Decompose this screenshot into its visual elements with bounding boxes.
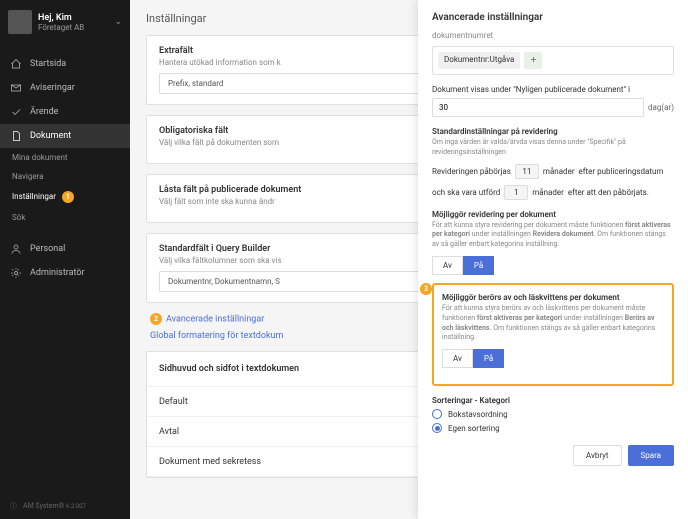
per-doc-toggle: Av På bbox=[432, 256, 674, 275]
toggle-on[interactable]: På bbox=[473, 349, 504, 368]
radio-custom[interactable]: Egen sortering bbox=[432, 423, 674, 433]
radio-alphabetical[interactable]: Bokstavsordning bbox=[432, 409, 674, 419]
chevron-down-icon: ⌄ bbox=[114, 17, 122, 27]
revision-done-input[interactable]: 1 bbox=[504, 185, 528, 200]
highlight-desc: För att kunna styra berörs av och läskvi… bbox=[442, 304, 664, 343]
cancel-button[interactable]: Avbryt bbox=[573, 445, 622, 466]
subnav-mydocs[interactable]: Mina dokument bbox=[0, 148, 130, 167]
user-greeting: Hej, Kim bbox=[38, 13, 108, 23]
badge-3: 3 bbox=[420, 283, 432, 295]
docnum-chips: Dokumentnr:Utgåva + bbox=[432, 46, 674, 75]
badge-2: 2 bbox=[150, 313, 162, 325]
subnav-navigate[interactable]: Navigera bbox=[0, 167, 130, 186]
toggle-off[interactable]: Av bbox=[432, 256, 463, 275]
nav-document[interactable]: Dokument bbox=[0, 124, 130, 148]
info-icon: ⓘ bbox=[10, 501, 17, 511]
save-button[interactable]: Spara bbox=[628, 445, 675, 466]
document-icon bbox=[10, 130, 22, 142]
advanced-settings-modal: Avancerade inställningar dokumentnumret … bbox=[418, 0, 688, 519]
subnav-search[interactable]: Sök bbox=[0, 208, 130, 227]
check-icon bbox=[10, 106, 22, 118]
chip-docnum[interactable]: Dokumentnr:Utgåva bbox=[438, 52, 520, 69]
avatar bbox=[8, 10, 32, 34]
sidebar: Hej, Kim Företaget AB ⌄ Startsida Aviser… bbox=[0, 0, 130, 519]
subnav-settings[interactable]: Inställningar 1 bbox=[0, 186, 130, 208]
nav-admin[interactable]: Administratör bbox=[0, 261, 130, 285]
highlight-section: 3 Möjliggör berörs av och läskvittens pe… bbox=[432, 283, 674, 386]
radio-icon bbox=[432, 409, 442, 419]
toggle-off[interactable]: Av bbox=[442, 349, 473, 368]
badge-1: 1 bbox=[62, 191, 74, 203]
recent-days-input[interactable] bbox=[432, 98, 644, 117]
app-footer: ⓘ AM System® 6.2.007 bbox=[0, 493, 130, 519]
user-company: Företaget AB bbox=[38, 23, 108, 32]
add-chip-button[interactable]: + bbox=[524, 52, 542, 69]
radio-icon bbox=[432, 423, 442, 433]
per-doc-desc: För att kunna styra revidering per dokum… bbox=[432, 221, 674, 250]
toggle-on[interactable]: På bbox=[463, 256, 494, 275]
nav-personal[interactable]: Personal bbox=[0, 237, 130, 261]
person-icon bbox=[10, 243, 22, 255]
highlight-toggle: Av På bbox=[442, 349, 664, 368]
nav-home[interactable]: Startsida bbox=[0, 52, 130, 76]
home-icon bbox=[10, 58, 22, 70]
revision-start-input[interactable]: 11 bbox=[515, 164, 539, 179]
gear-icon bbox=[10, 267, 22, 279]
nav-case[interactable]: Ärende bbox=[0, 100, 130, 124]
user-menu[interactable]: Hej, Kim Företaget AB ⌄ bbox=[0, 0, 130, 44]
nav-notifications[interactable]: Aviseringar bbox=[0, 76, 130, 100]
mail-icon bbox=[10, 82, 22, 94]
